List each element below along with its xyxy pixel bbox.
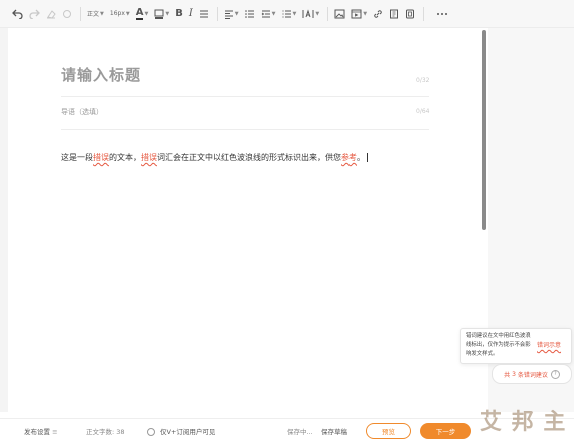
left-margin [0,28,8,412]
suggestion-count: 3 [512,370,516,378]
error-word[interactable]: 参 [341,153,349,162]
publish-settings-button[interactable]: 发布设置 ≡ [24,426,58,436]
body-text: 这是一段 [61,153,93,162]
template-icon[interactable] [405,4,415,24]
undo-icon[interactable] [12,4,23,24]
format-painter-icon[interactable] [62,4,72,24]
error-word[interactable]: 考 [349,153,357,162]
error-suggestion-button[interactable]: 共 3 条错词建议? [492,364,572,384]
tooltip-text: 错词建议在文中用红色波浪线标出，仅作为提示不会影响发文样式。 [466,333,531,357]
redo-icon[interactable] [29,4,40,24]
font-family-select[interactable]: 正文 ▼ [87,4,104,24]
title-divider [61,96,429,97]
strikethrough-icon[interactable] [199,4,209,24]
suggestion-prefix: 共 [504,371,511,379]
divider [423,6,425,21]
text-cursor [367,153,368,162]
tooltip-demo-word: 错词示意 [537,342,562,349]
editor-toolbar: 正文 ▼ 16px ▼ A ▼ ▼ B I ▼ ▼ ▼ ▼ ▼ [0,0,574,28]
image-icon[interactable] [334,4,345,24]
editor-body[interactable]: 这是一段措误的文本，措误词汇会在正文中以红色波浪线的形式标识出来，供您参考。 [61,152,368,163]
more-icon[interactable] [436,4,448,24]
italic-icon[interactable]: I [189,4,193,24]
clear-format-icon[interactable] [46,4,56,24]
title-input[interactable]: 请输入标题 [61,64,141,85]
video-icon[interactable]: ▼ [351,4,367,24]
body-text: 词汇会在正文中以红色波浪线的形式标识出来，供您 [157,153,341,162]
error-word[interactable]: 措误 [93,153,109,162]
divider [80,6,81,21]
body-text: 。 [357,153,365,162]
error-word[interactable]: 措误 [141,153,157,162]
bullet-list-icon[interactable]: ▼ [282,4,296,24]
letter-spacing-icon[interactable]: ▼ [302,4,319,24]
settings-menu-icon: ≡ [52,428,58,436]
next-step-button[interactable]: 下一步 [420,423,471,439]
word-count: 正文字数: 38 [86,428,125,436]
font-size-select[interactable]: 16px ▼ [110,4,130,24]
align-icon[interactable]: ▼ [224,4,239,24]
help-icon[interactable]: ? [550,369,560,379]
audio-icon[interactable] [389,4,399,24]
checkbox-icon[interactable] [147,428,155,436]
font-color-icon[interactable]: A ▼ [135,4,148,24]
summary-input[interactable]: 导语（选填） [61,107,103,117]
body-text: 的文本， [109,153,141,162]
title-char-count: 0/32 [416,77,430,84]
watermark: 艾 邦 主 [480,410,567,435]
editor-scrollbar[interactable] [482,30,486,230]
visibility-checkbox[interactable]: 仅V+订阅用户可见 [147,426,215,436]
divider [216,6,218,21]
summary-char-count: 0/64 [416,108,430,115]
divider [327,6,329,21]
summary-divider [61,129,429,130]
suggestion-suffix: 条错词建议 [517,371,548,379]
bold-icon[interactable]: B [175,4,183,24]
preview-button[interactable]: 预览 [366,423,411,439]
save-draft-button[interactable]: 保存草稿 [321,426,347,436]
ordered-list-icon[interactable] [244,4,255,24]
indent-icon[interactable]: ▼ [261,4,276,24]
error-tooltip: 错词建议在文中用红色波浪线标出，仅作为提示不会影响发文样式。 错词示意 [460,328,572,364]
highlight-icon[interactable]: ▼ [154,4,169,24]
link-icon[interactable] [373,4,383,24]
save-status: 保存中... [287,428,313,436]
